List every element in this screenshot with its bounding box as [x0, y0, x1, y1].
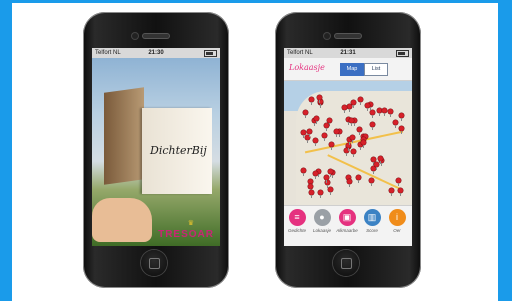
clock: 21:31	[340, 50, 356, 56]
tab-bar: ≡ Gedichte ● Lokaasje ▣ Alkmaarbe ▥ Scor…	[284, 205, 412, 246]
home-button[interactable]	[333, 250, 359, 276]
tab-gedichte[interactable]: ≡ Gedichte	[285, 209, 309, 245]
land-area	[296, 91, 412, 205]
map-pin[interactable]	[369, 121, 375, 130]
map-pin[interactable]	[397, 188, 403, 197]
map-pin[interactable]	[300, 167, 306, 176]
map-pin[interactable]	[348, 117, 354, 126]
map-pin[interactable]	[306, 129, 312, 138]
app-header: Lokaasje Map List	[284, 58, 412, 81]
book-icon: ▥	[363, 209, 381, 226]
brand-logo: TRESOAR	[158, 229, 214, 240]
map-pin[interactable]	[323, 174, 329, 183]
camera-icon	[132, 33, 138, 39]
pin-icon: ●	[313, 209, 331, 226]
map-pin[interactable]	[387, 108, 393, 117]
battery-icon	[396, 50, 409, 57]
photo-icon: ▣	[338, 209, 356, 226]
list-icon: ≡	[288, 209, 306, 226]
splash-image: DichterBij ♛ TRESOAR	[92, 58, 220, 246]
map-pin[interactable]	[302, 109, 308, 118]
book-cover	[104, 87, 144, 185]
screen-left: Telfort NL 21:30 DichterBij ♛ TRESOAR	[92, 48, 220, 246]
tab-label: Gedichte	[287, 228, 306, 233]
phone-right: Telfort NL 21:31 Lokaasje Map List ≡ Ged…	[275, 12, 421, 288]
tab-alkmaarbe[interactable]: ▣ Alkmaarbe	[335, 209, 359, 245]
map-pin[interactable]	[356, 126, 362, 135]
book-title: DichterBij	[150, 144, 207, 157]
map-pin[interactable]	[355, 174, 361, 183]
hand-image	[92, 198, 152, 242]
map-pin[interactable]	[308, 97, 314, 106]
map-pin[interactable]	[351, 148, 356, 157]
list-toggle-button[interactable]: List	[364, 63, 388, 76]
tab-label: Score	[366, 228, 378, 233]
map-view[interactable]	[284, 81, 412, 205]
map-pin[interactable]	[349, 134, 355, 143]
map-pin[interactable]	[333, 129, 339, 138]
app-title: Lokaasje	[289, 63, 325, 72]
speaker-grille	[335, 34, 361, 38]
map-pin[interactable]	[317, 189, 323, 198]
map-pin[interactable]	[329, 141, 335, 150]
map-pin[interactable]	[312, 137, 318, 146]
map-pin[interactable]	[327, 186, 333, 195]
tab-label: Oer	[393, 228, 401, 233]
tab-label: Lokaasje	[312, 228, 331, 233]
status-bar: Telfort NL 21:31	[284, 48, 412, 58]
camera-icon	[324, 33, 330, 39]
map-pin[interactable]	[373, 161, 379, 170]
map-pin[interactable]	[328, 168, 334, 177]
canvas: Telfort NL 21:30 DichterBij ♛ TRESOAR Te…	[0, 0, 512, 301]
tab-label: Alkmaarbe	[336, 228, 358, 233]
map-toggle-button[interactable]: Map	[340, 63, 364, 76]
info-icon: i	[388, 209, 406, 226]
tab-lokaasje[interactable]: ● Lokaasje	[310, 209, 334, 245]
map-pin[interactable]	[300, 129, 306, 138]
tab-oer[interactable]: i Oer	[385, 209, 409, 245]
battery-icon	[204, 50, 217, 57]
phone-left: Telfort NL 21:30 DichterBij ♛ TRESOAR	[83, 12, 229, 288]
view-toggle: Map List	[340, 63, 388, 76]
speaker-grille	[143, 34, 169, 38]
clock: 21:30	[148, 50, 164, 56]
screen-right: Telfort NL 21:31 Lokaasje Map List ≡ Ged…	[284, 48, 412, 246]
home-button[interactable]	[141, 250, 167, 276]
status-bar: Telfort NL 21:30	[92, 48, 220, 58]
crown-icon: ♛	[187, 220, 194, 227]
tab-score[interactable]: ▥ Score	[360, 209, 384, 245]
